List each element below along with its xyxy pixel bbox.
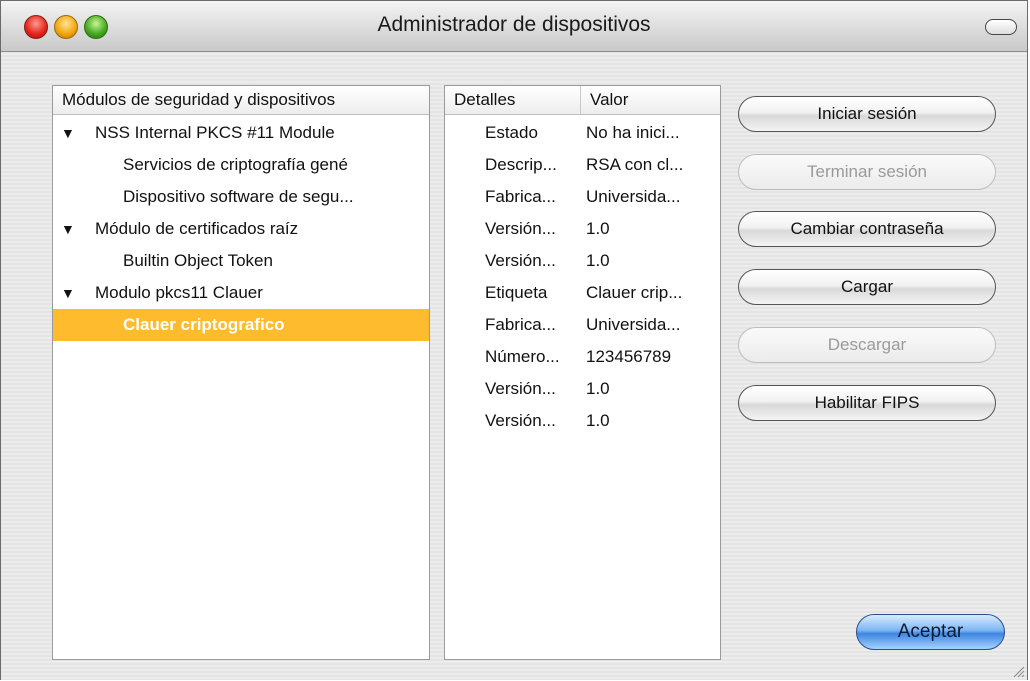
resize-grip-icon[interactable] <box>1011 664 1025 678</box>
detail-key: Versión... <box>485 411 556 430</box>
tree-item-label: Modulo pkcs11 Clauer <box>95 283 263 302</box>
triangle-down-icon[interactable]: ▼ <box>61 213 75 245</box>
logout-button[interactable]: Terminar sesión <box>738 154 996 190</box>
modules-header[interactable]: Módulos de seguridad y dispositivos <box>53 86 429 115</box>
tree-item-label: Dispositivo software de segu... <box>123 187 354 206</box>
login-button[interactable]: Iniciar sesión <box>738 96 996 132</box>
details-column-header[interactable]: Detalles <box>445 86 581 114</box>
table-row[interactable]: Descrip... RSA con cl... <box>445 149 720 181</box>
accept-button[interactable]: Aceptar <box>856 614 1005 650</box>
table-row[interactable]: Versión... 1.0 <box>445 373 720 405</box>
detail-value: Universida... <box>586 315 681 334</box>
tree-item-label: Clauer criptografico <box>123 315 285 334</box>
tree-item-label: Builtin Object Token <box>123 251 273 270</box>
tree-item-clauer-module[interactable]: ▼ Modulo pkcs11 Clauer <box>53 277 429 309</box>
title-bar[interactable]: Administrador de dispositivos <box>1 1 1027 52</box>
table-row[interactable]: Estado No ha inici... <box>445 117 720 149</box>
modules-tree[interactable]: Módulos de seguridad y dispositivos ▼ NS… <box>52 85 430 660</box>
detail-key: Versión... <box>485 251 556 270</box>
modules-list: ▼ NSS Internal PKCS #11 Module Servicios… <box>53 115 429 341</box>
tree-item-label: NSS Internal PKCS #11 Module <box>95 123 335 142</box>
details-header: Detalles Valor <box>445 86 720 115</box>
detail-value: 1.0 <box>586 411 610 430</box>
detail-value: Universida... <box>586 187 681 206</box>
detail-value: 123456789 <box>586 347 672 366</box>
table-row[interactable]: Fabrica... Universida... <box>445 309 720 341</box>
table-row[interactable]: Etiqueta Clauer crip... <box>445 277 720 309</box>
tree-item-nss-internal[interactable]: ▼ NSS Internal PKCS #11 Module <box>53 117 429 149</box>
tree-item-software-device[interactable]: Dispositivo software de segu... <box>53 181 429 213</box>
modules-column-header[interactable]: Módulos de seguridad y dispositivos <box>53 90 335 110</box>
details-list: Estado No ha inici... Descrip... RSA con… <box>445 115 720 437</box>
detail-key: Descrip... <box>485 155 557 174</box>
tree-item-root-certs-module[interactable]: ▼ Módulo de certificados raíz <box>53 213 429 245</box>
detail-value: Clauer crip... <box>586 283 683 302</box>
unload-button[interactable]: Descargar <box>738 327 996 363</box>
device-manager-window: Administrador de dispositivos Módulos de… <box>0 0 1028 680</box>
tree-item-builtin-token[interactable]: Builtin Object Token <box>53 245 429 277</box>
detail-value: 1.0 <box>586 251 610 270</box>
enable-fips-button[interactable]: Habilitar FIPS <box>738 385 996 421</box>
tree-item-clauer-crypto[interactable]: Clauer criptografico <box>53 309 429 341</box>
triangle-down-icon[interactable]: ▼ <box>61 277 75 309</box>
detail-key: Fabrica... <box>485 315 556 334</box>
toolbar-toggle-icon[interactable] <box>985 19 1017 35</box>
detail-key: Versión... <box>485 379 556 398</box>
table-row[interactable]: Versión... 1.0 <box>445 245 720 277</box>
value-column-header[interactable]: Valor <box>581 86 628 114</box>
triangle-down-icon[interactable]: ▼ <box>61 117 75 149</box>
table-row[interactable]: Versión... 1.0 <box>445 213 720 245</box>
window-title: Administrador de dispositivos <box>377 13 651 36</box>
detail-value: No ha inici... <box>586 123 680 142</box>
change-password-button[interactable]: Cambiar contraseña <box>738 211 996 247</box>
detail-key: Fabrica... <box>485 187 556 206</box>
load-button[interactable]: Cargar <box>738 269 996 305</box>
detail-key: Estado <box>485 123 538 142</box>
detail-key: Versión... <box>485 219 556 238</box>
table-row[interactable]: Fabrica... Universida... <box>445 181 720 213</box>
tree-item-crypto-services[interactable]: Servicios de criptografía gené <box>53 149 429 181</box>
detail-value: 1.0 <box>586 379 610 398</box>
detail-key: Etiqueta <box>485 283 548 302</box>
detail-key: Número... <box>485 347 560 366</box>
table-row[interactable]: Versión... 1.0 <box>445 405 720 437</box>
tree-item-label: Servicios de criptografía gené <box>123 155 348 174</box>
detail-value: RSA con cl... <box>586 155 684 174</box>
details-table[interactable]: Detalles Valor Estado No ha inici... Des… <box>444 85 721 660</box>
detail-value: 1.0 <box>586 219 610 238</box>
table-row[interactable]: Número... 123456789 <box>445 341 720 373</box>
tree-item-label: Módulo de certificados raíz <box>95 219 299 238</box>
